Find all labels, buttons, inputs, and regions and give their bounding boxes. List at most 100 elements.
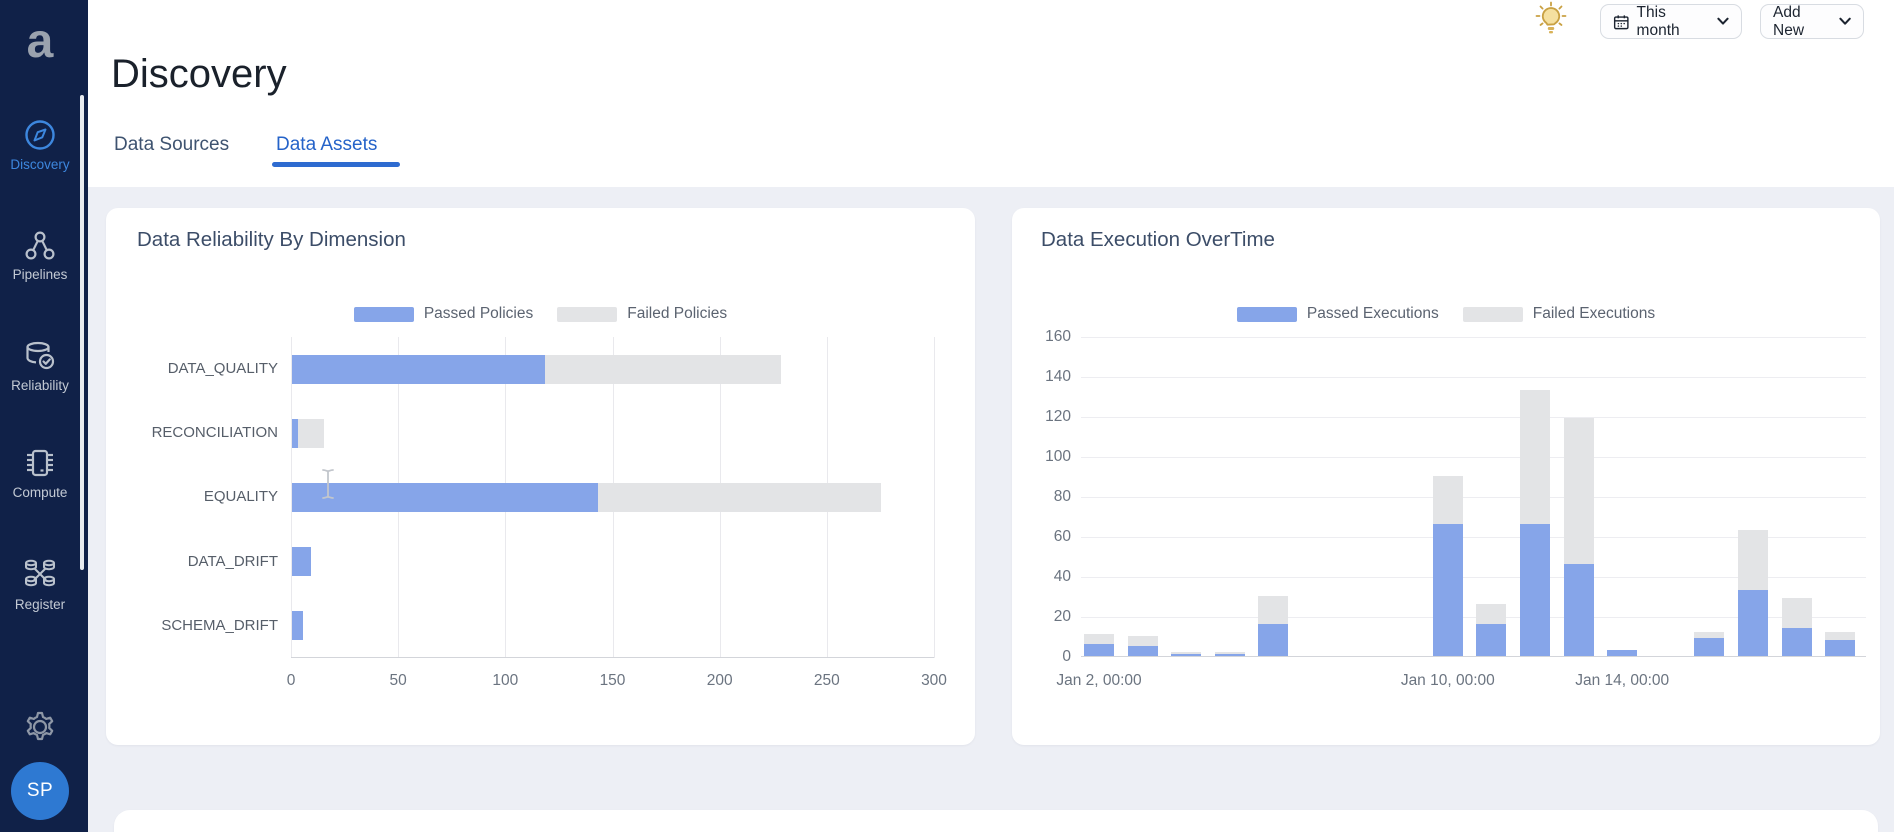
bar-segment-passed	[1214, 654, 1245, 656]
gridline	[1081, 417, 1866, 418]
legend-swatch-failed	[1462, 306, 1523, 322]
sidebar-item-reliability[interactable]: Reliability	[0, 338, 80, 393]
bar-segment-passed	[1127, 646, 1158, 656]
plot-area	[1081, 337, 1866, 657]
bar-segment-passed	[1476, 624, 1507, 656]
gridline	[934, 337, 935, 658]
bar-segment-passed	[1084, 644, 1114, 656]
settings-button[interactable]	[0, 708, 80, 751]
bar-segment-passed	[292, 354, 545, 384]
sidebar-item-register[interactable]: Register	[0, 555, 80, 612]
bar-segment-passed	[1694, 638, 1725, 656]
x-axis-tick-label: 100	[492, 672, 519, 689]
x-axis-tick-label: 0	[286, 672, 296, 689]
register-dbs-icon	[25, 559, 55, 587]
calendar-icon	[1613, 14, 1629, 29]
legend-swatch-passed	[353, 306, 414, 322]
pipeline-nodes-icon	[25, 231, 55, 260]
bar-segment-failed	[598, 482, 882, 512]
sidebar-item-pipelines[interactable]: Pipelines	[0, 229, 80, 282]
bar-segment-failed	[1127, 636, 1158, 646]
y-axis-tick-label: 60	[1053, 528, 1071, 545]
bar-segment-failed	[544, 354, 781, 384]
bar-segment-passed	[1607, 650, 1638, 656]
bar-segment-failed	[1084, 634, 1114, 644]
add-new-button[interactable]: Add New	[1760, 4, 1864, 39]
bar-segment-failed	[1563, 418, 1594, 564]
sidebar-scrollbar[interactable]	[80, 95, 84, 570]
gridline	[1081, 377, 1866, 378]
bar-segment-failed	[1825, 632, 1856, 640]
x-axis-line	[1081, 656, 1866, 657]
x-axis-tick-label: Jan 14, 00:00	[1575, 672, 1670, 689]
category-label: SCHEMA_DRIFT	[161, 616, 278, 634]
chevron-down-icon	[1717, 17, 1729, 25]
legend-swatch-passed	[1236, 306, 1297, 322]
sidebar-item-compute[interactable]: Compute	[0, 445, 80, 500]
chart-legend: Passed Executions Failed Executions	[1012, 305, 1880, 323]
bar-segment-passed	[292, 482, 599, 512]
sidebar-item-discovery[interactable]: Discovery	[0, 117, 80, 172]
app-logo: a	[26, 15, 54, 68]
x-axis-line	[291, 657, 934, 658]
bar-segment-failed	[1694, 632, 1725, 638]
plot-area	[291, 337, 935, 658]
time-range-button[interactable]: This month	[1600, 4, 1742, 39]
bar-segment-passed	[1825, 640, 1856, 656]
bar-segment-failed	[1738, 530, 1768, 590]
card-data-reliability: Data Reliability By Dimension Passed Pol…	[106, 208, 975, 745]
text-cursor	[320, 468, 336, 505]
legend-label-failed: Failed Executions	[1532, 305, 1656, 322]
chevron-down-icon	[1839, 17, 1851, 25]
gridline	[1081, 457, 1866, 458]
compass-icon	[25, 120, 55, 150]
bar-segment-failed	[1432, 476, 1463, 524]
bar-segment-passed	[1520, 524, 1550, 656]
x-axis-tick-label: 250	[813, 672, 840, 689]
bar-segment-passed	[1781, 628, 1812, 656]
chart-title: Data Reliability By Dimension	[137, 228, 406, 251]
bar-segment-failed	[1476, 604, 1507, 624]
y-axis-tick-label: 120	[1045, 408, 1071, 425]
tab-data-sources[interactable]: Data Sources	[114, 134, 229, 156]
lightbulb-icon	[1535, 1, 1567, 34]
gear-icon	[26, 711, 54, 741]
gridline	[1081, 337, 1866, 338]
card-data-execution: Data Execution OverTime Passed Execution…	[1012, 208, 1880, 745]
bar-segment-passed	[1738, 590, 1768, 656]
tab-data-assets[interactable]: Data Assets	[276, 134, 377, 156]
category-label: DATA_QUALITY	[167, 360, 278, 377]
sidebar-item-label: Reliability	[11, 378, 69, 393]
active-tab-underline	[272, 162, 400, 167]
idea-button[interactable]	[1532, 0, 1570, 38]
gridline	[1081, 497, 1866, 498]
user-avatar[interactable]: SP	[11, 762, 69, 820]
y-axis-tick-label: 20	[1053, 608, 1071, 625]
bar-segment-failed	[1214, 652, 1245, 654]
legend-swatch-failed	[557, 306, 618, 322]
bar-segment-passed	[1432, 524, 1463, 656]
sidebar-item-label: Discovery	[10, 157, 70, 172]
sidebar: a Discovery Pipelines Reliability Comput…	[0, 0, 88, 832]
bar-segment-failed	[1520, 390, 1550, 524]
bar-segment-passed	[1258, 624, 1289, 656]
add-new-label: Add New	[1773, 3, 1805, 39]
y-axis-tick-label: 160	[1045, 328, 1071, 345]
x-axis-tick-label: 150	[599, 672, 626, 689]
bar-segment-failed	[298, 418, 325, 448]
x-axis-tick-label: Jan 10, 00:00	[1400, 672, 1495, 689]
bar-segment-passed	[1563, 564, 1594, 656]
y-axis-tick-label: 100	[1045, 448, 1071, 465]
x-axis-tick-label: 300	[921, 672, 947, 689]
bar-segment-failed	[1258, 596, 1289, 624]
sidebar-item-label: Pipelines	[12, 267, 68, 282]
page-title: Discovery	[111, 52, 287, 96]
x-axis-tick-label: 50	[389, 672, 407, 689]
database-check-icon	[26, 341, 55, 370]
legend-label-failed: Failed Policies	[627, 305, 728, 322]
y-axis-tick-label: 80	[1053, 488, 1071, 505]
legend-label-passed: Passed Executions	[1306, 305, 1439, 322]
chart-legend: Passed Policies Failed Policies	[106, 305, 975, 323]
bar-segment-failed	[1781, 598, 1812, 628]
x-axis-tick-label: 200	[706, 672, 733, 689]
